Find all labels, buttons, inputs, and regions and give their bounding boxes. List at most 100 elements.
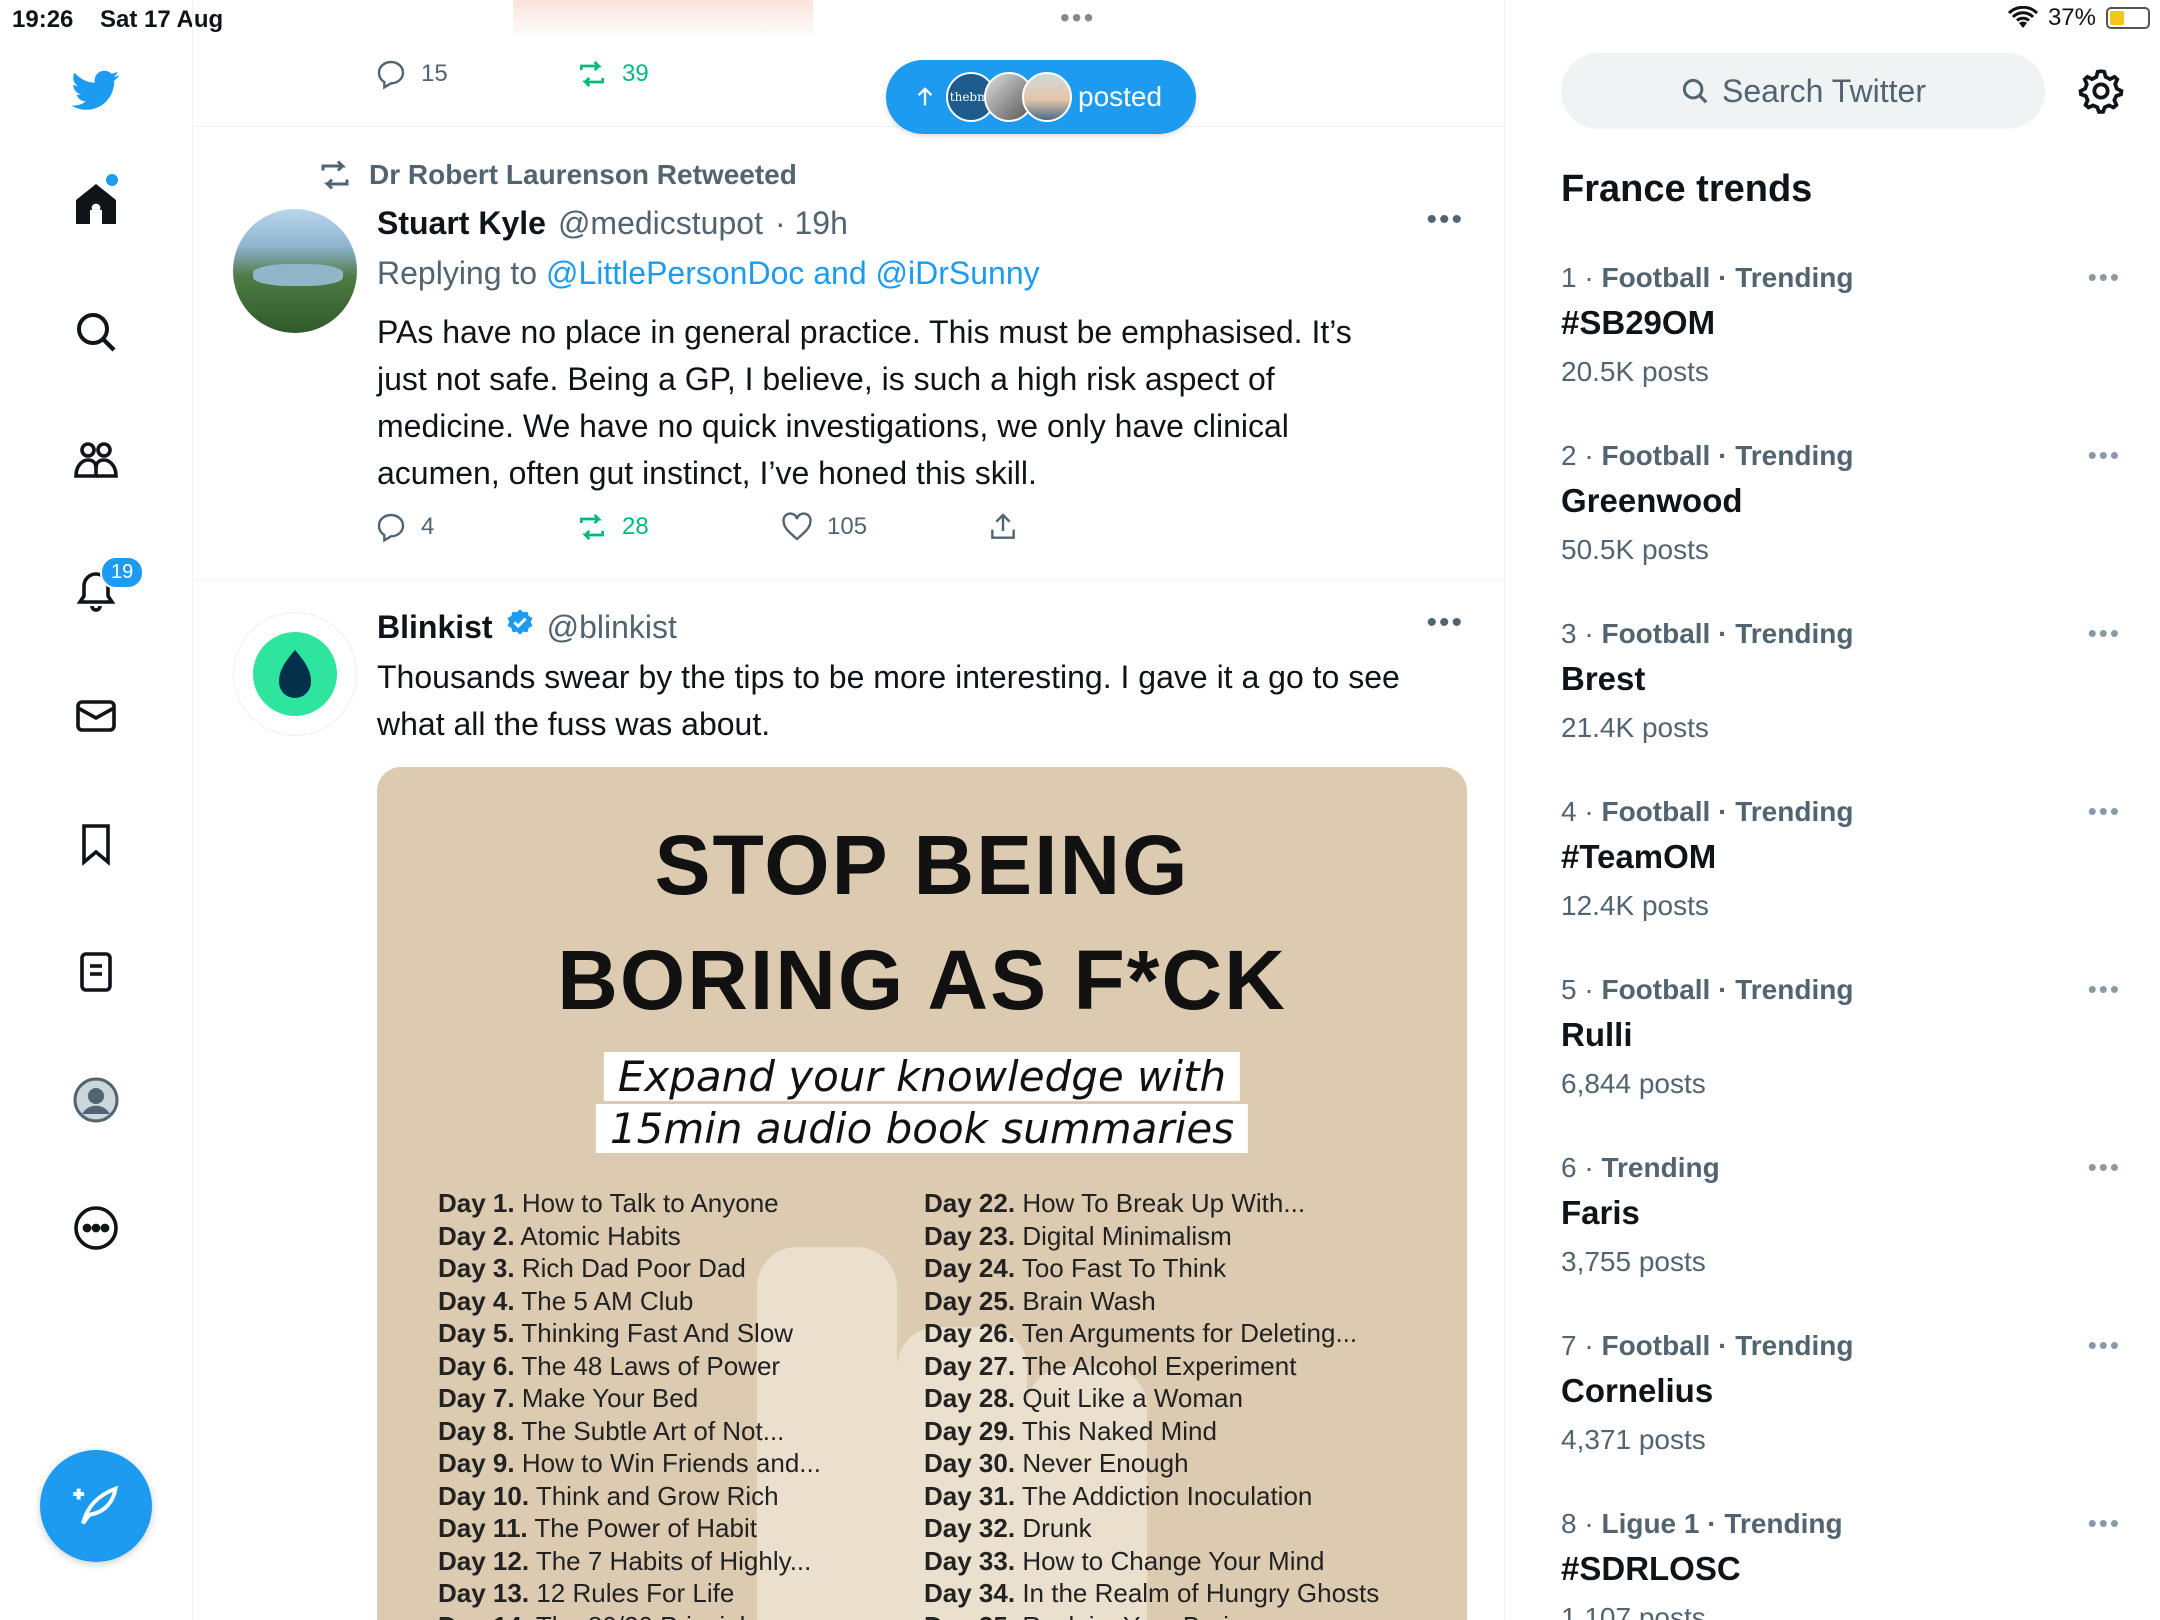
twitter-logo-icon[interactable]	[68, 62, 124, 118]
day-list-item: Day 3. Rich Dad Poor Dad	[438, 1252, 821, 1285]
trend-post-count: 12.4K posts	[1561, 890, 1709, 921]
day-number: Day 29.	[924, 1415, 1016, 1446]
author-handle[interactable]: @medicstupot	[558, 205, 763, 242]
home-unread-dot	[106, 174, 118, 186]
day-number: Day 10.	[438, 1480, 530, 1511]
trend-post-count: 6,844 posts	[1561, 1068, 1706, 1099]
lists-icon[interactable]	[68, 944, 124, 1000]
day-list-item: Day 35. Reclaim Your Brain	[924, 1610, 1379, 1620]
day-list-item: Day 33. How to Change Your Mind	[924, 1545, 1379, 1578]
more-circle-icon[interactable]	[68, 1200, 124, 1256]
trend-item[interactable]: 3 · Football · Trending Brest 21.4K posts •…	[1561, 618, 2121, 788]
bookmark-icon[interactable]	[68, 816, 124, 872]
more-options-icon[interactable]: •••	[2088, 1152, 2121, 1183]
author-name[interactable]: Stuart Kyle	[377, 205, 546, 242]
trend-item[interactable]: 4 · Football · Trending #TeamOM 12.4K post…	[1561, 796, 2121, 966]
retweet-count: 28	[622, 513, 649, 540]
day-number: Day 1.	[438, 1188, 515, 1218]
more-options-icon[interactable]: •••	[2088, 262, 2121, 293]
trend-item[interactable]: 5 · Football · Trending Rulli 6,844 posts •…	[1561, 974, 2121, 1144]
avatar[interactable]	[233, 209, 357, 333]
more-options-icon[interactable]: •••	[2088, 796, 2121, 827]
trend-post-count: 20.5K posts	[1561, 356, 1709, 387]
day-title: Atomic Habits	[520, 1220, 681, 1251]
search-icon	[1682, 78, 1708, 104]
trend-meta: 2 · Football · Trending	[1561, 440, 1854, 471]
more-options-icon[interactable]: •••	[2088, 1330, 2121, 1361]
trend-category: Football · Trending	[1601, 618, 1854, 649]
author-name[interactable]: Blinkist	[377, 609, 493, 646]
more-options-icon[interactable]: •••	[2088, 974, 2121, 1005]
day-list-item: Day 4. The 5 AM Club	[438, 1285, 821, 1318]
search-icon[interactable]	[68, 304, 124, 360]
day-number: Day 31.	[924, 1480, 1016, 1511]
like-icon	[782, 512, 812, 541]
day-title: The Power of Habit	[534, 1513, 757, 1543]
reply-button[interactable]: 4	[375, 511, 434, 543]
trend-meta: 4 · Football · Trending	[1561, 796, 1854, 827]
share-button[interactable]	[987, 511, 1019, 543]
trend-rank: 5	[1561, 974, 1577, 1005]
trend-category: Football · Trending	[1601, 1330, 1854, 1361]
day-title: How to Talk to Anyone	[521, 1188, 779, 1218]
trend-post-count: 50.5K posts	[1561, 534, 1709, 565]
like-count: 105	[827, 513, 868, 540]
reply-button[interactable]: 15	[375, 58, 448, 90]
day-list-item: Day 24. Too Fast To Think	[924, 1252, 1379, 1285]
profile-icon[interactable]	[68, 1072, 124, 1128]
trend-item[interactable]: 8 · Ligue 1 · Trending #SDRLOSC 1,107 post…	[1561, 1508, 2121, 1620]
day-title: This Naked Mind	[1021, 1415, 1217, 1446]
tweet-text: Thousands swear by the tips to be more i…	[377, 659, 1400, 742]
avatar[interactable]	[233, 612, 357, 736]
more-options-icon[interactable]: •••	[2088, 1508, 2121, 1539]
day-title: Make Your Bed	[521, 1383, 699, 1413]
tweet[interactable]: Dr Robert Laurenson Retweeted Stuart Kyl…	[193, 127, 1504, 581]
day-list-item: Day 5. Thinking Fast And Slow	[438, 1317, 821, 1350]
day-list-item: Day 2. Atomic Habits	[438, 1220, 821, 1253]
day-list-item: Day 11. The Power of Habit	[438, 1512, 821, 1545]
trend-item[interactable]: 7 · Football · Trending Cornelius 4,371 po…	[1561, 1330, 2121, 1500]
trend-meta: 5 · Football · Trending	[1561, 974, 1854, 1005]
trend-item[interactable]: 2 · Football · Trending Greenwood 50.5K po…	[1561, 440, 2121, 610]
trend-item[interactable]: 1 · Football · Trending #SB29OM 20.5K post…	[1561, 262, 2121, 432]
day-number: Day 5.	[438, 1318, 515, 1348]
day-title: Thinking Fast And Slow	[521, 1318, 794, 1348]
tweet[interactable]: Blinkist @blinkist ••• Thousands swear b…	[193, 582, 1504, 1620]
search-input[interactable]: Search Twitter	[1561, 53, 2045, 129]
more-options-icon[interactable]: •••	[1426, 203, 1464, 237]
day-number: Day 30.	[924, 1448, 1016, 1478]
trend-rank: 2	[1561, 440, 1577, 471]
retweet-button[interactable]: 39	[576, 58, 649, 90]
day-title: The 80/20 Principle	[536, 1611, 760, 1620]
mail-icon[interactable]	[68, 688, 124, 744]
day-list-left: Day 1. How to Talk to Anyone Day 2. Atomi…	[438, 1187, 821, 1620]
trend-topic: Brest	[1561, 660, 1646, 697]
day-number: Day 2.	[438, 1220, 515, 1251]
author-handle[interactable]: @blinkist	[547, 609, 677, 646]
trend-rank: 7	[1561, 1330, 1577, 1361]
like-button[interactable]: 105	[781, 511, 867, 543]
media-subtitle-1: Expand your knowledge with	[603, 1052, 1241, 1101]
day-title: Think and Grow Rich	[535, 1480, 779, 1511]
replying-to-links[interactable]: @LittlePersonDoc and @iDrSunny	[546, 255, 1040, 291]
day-title: Digital Minimalism	[1022, 1220, 1232, 1251]
day-number: Day 25.	[924, 1285, 1016, 1316]
communities-icon[interactable]	[68, 432, 124, 488]
day-list-item: Day 27. The Alcohol Experiment	[924, 1350, 1379, 1383]
day-title: How to Change Your Mind	[1022, 1545, 1325, 1576]
day-number: Day 11.	[438, 1513, 528, 1543]
new-posts-pill[interactable]: thebmj posted	[886, 60, 1196, 134]
more-options-icon[interactable]: •••	[2088, 618, 2121, 649]
compose-button[interactable]	[40, 1450, 152, 1562]
more-options-icon[interactable]: •••	[1426, 606, 1464, 640]
more-options-icon[interactable]: •••	[2088, 440, 2121, 471]
day-title: Too Fast To Think	[1021, 1253, 1227, 1283]
trend-item[interactable]: 6 · Trending Faris 3,755 posts •••	[1561, 1152, 2121, 1322]
gear-icon[interactable]	[2076, 66, 2126, 116]
tweet-media-image[interactable]: STOP BEING BORING AS F*CK Expand your kn…	[377, 767, 1467, 1620]
day-title: The Subtle Art of Not...	[521, 1415, 785, 1446]
day-title: The 7 Habits of Highly...	[535, 1545, 812, 1576]
reply-count: 4	[421, 513, 435, 540]
right-sidebar: Search Twitter France trends 1 · Footbal…	[1506, 0, 2160, 1620]
retweet-button[interactable]: 28	[576, 511, 649, 543]
